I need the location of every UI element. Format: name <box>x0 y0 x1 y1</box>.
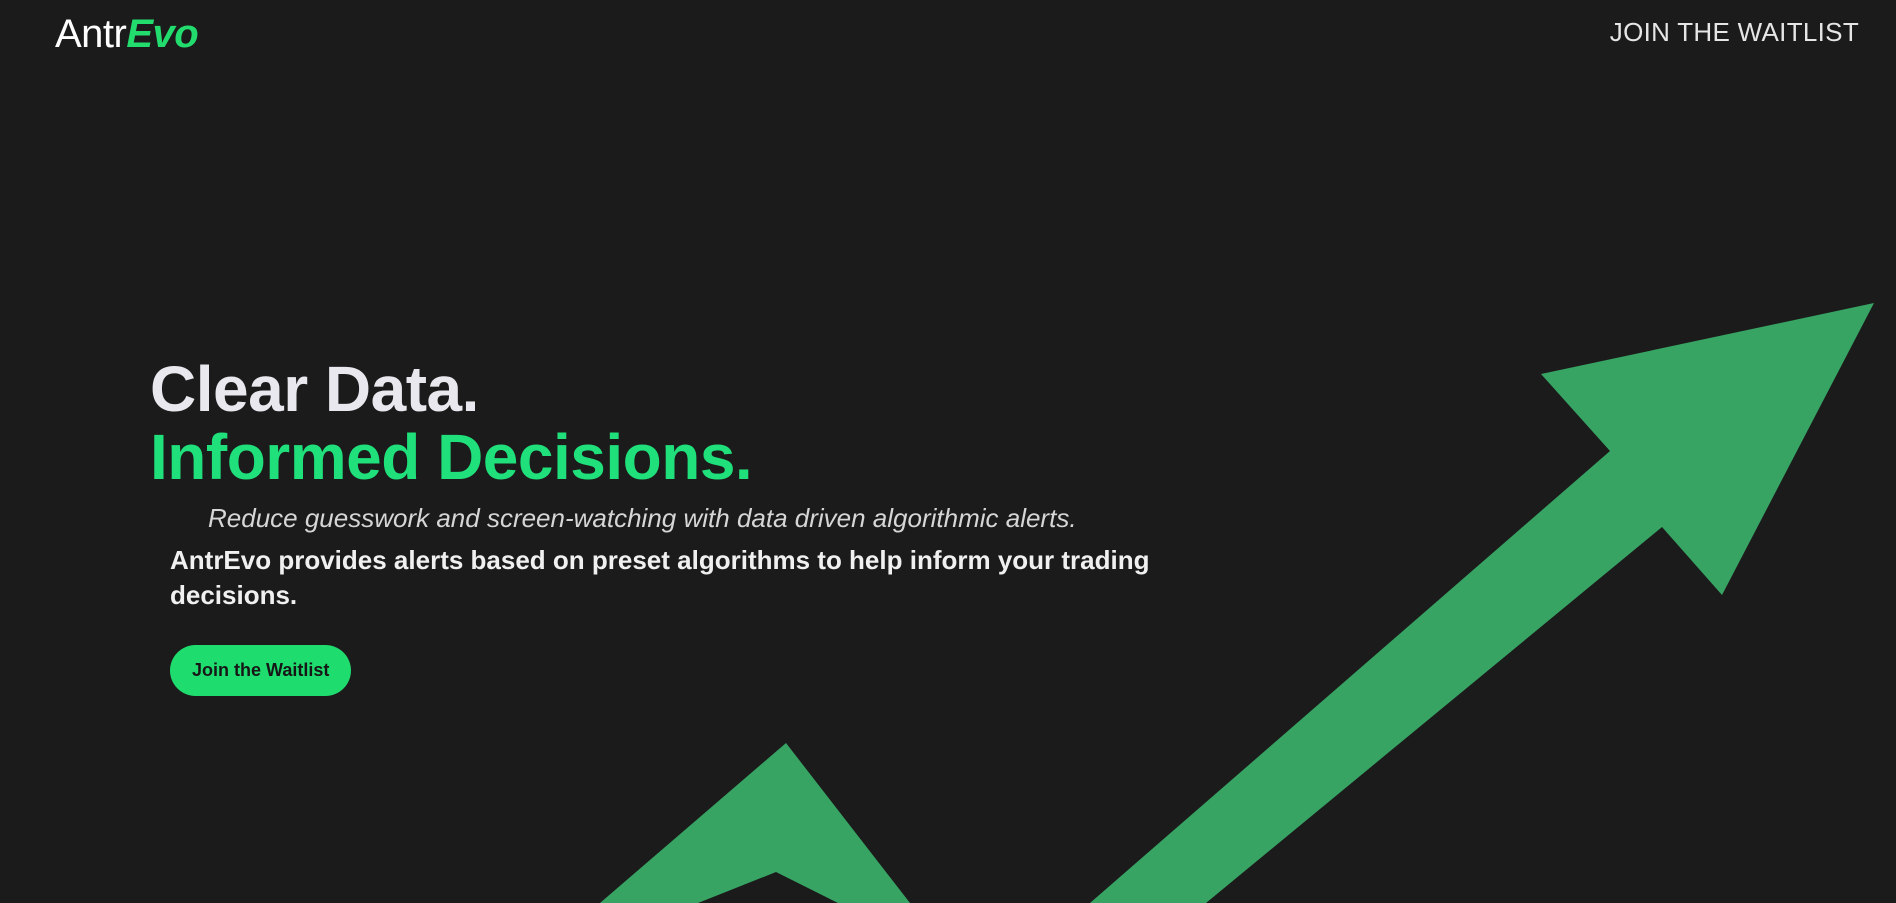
brand-name-accent: Evo <box>126 12 199 56</box>
hero-tagline: Reduce guesswork and screen-watching wit… <box>208 503 1077 533</box>
hero-section: Clear Data. Informed Decisions. Reduce g… <box>150 355 1180 696</box>
hero-description: AntrEvo provides alerts based on preset … <box>170 545 1150 610</box>
hero-headline-primary: Clear Data. <box>150 353 479 425</box>
join-waitlist-button[interactable]: Join the Waitlist <box>170 645 352 696</box>
trend-arrow-head-shape <box>1090 303 1874 903</box>
trend-arrow-shape <box>600 743 910 903</box>
join-waitlist-nav-link[interactable]: JOIN THE WAITLIST <box>1610 17 1859 48</box>
brand-name-primary: Antr <box>55 12 127 56</box>
hero-headline-accent: Informed Decisions. <box>150 421 753 493</box>
brand-logo[interactable]: AntrEvo <box>55 8 199 60</box>
